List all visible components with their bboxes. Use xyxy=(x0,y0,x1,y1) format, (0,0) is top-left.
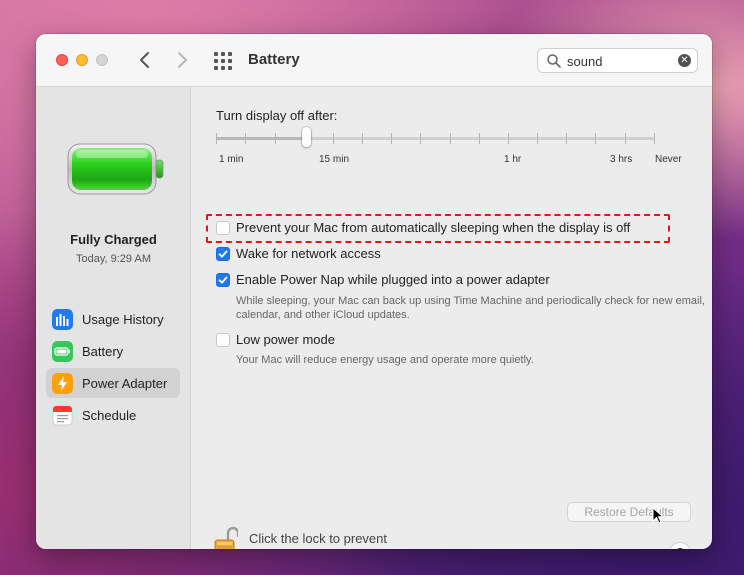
option-description: Your Mac will reduce energy usage and op… xyxy=(236,354,534,366)
search-icon xyxy=(547,54,561,68)
window-title: Battery xyxy=(248,51,300,68)
unlocked-lock-icon[interactable] xyxy=(214,526,238,549)
checkmark-icon xyxy=(218,276,228,284)
slider-tick xyxy=(420,133,421,144)
restore-defaults-button[interactable]: Restore Defaults xyxy=(567,502,691,522)
option-label: Low power mode xyxy=(236,332,335,347)
slider-tick xyxy=(537,133,538,144)
title-bar: Battery sound ✕ xyxy=(36,34,712,87)
prevent-sleep-checkbox[interactable] xyxy=(216,221,230,235)
power-nap-checkbox[interactable] xyxy=(216,273,230,287)
battery-icon xyxy=(52,341,73,362)
chevron-left-icon xyxy=(140,52,149,68)
system-preferences-window: Battery sound ✕ Fully Charged Today, 9:2… xyxy=(36,34,712,549)
sidebar-item-battery[interactable]: Battery xyxy=(46,336,180,366)
power-adapter-icon xyxy=(52,373,73,394)
sidebar-item-power-adapter[interactable]: Power Adapter xyxy=(46,368,180,398)
search-input[interactable]: sound xyxy=(567,54,602,69)
schedule-icon xyxy=(52,405,73,426)
slider-fill xyxy=(216,137,306,140)
battery-large-icon xyxy=(67,143,164,195)
slider-tick xyxy=(508,133,509,144)
search-field[interactable]: sound ✕ xyxy=(537,48,698,73)
display-off-slider[interactable] xyxy=(216,137,654,140)
display-off-slider-thumb[interactable] xyxy=(302,127,311,147)
help-button[interactable]: ? xyxy=(669,542,691,549)
slider-tick xyxy=(654,133,655,144)
slider-tick-label: 1 hr xyxy=(504,154,522,165)
slider-tick xyxy=(595,133,596,144)
sidebar-item-label: Power Adapter xyxy=(82,376,168,391)
mouse-cursor-icon xyxy=(652,507,664,524)
show-all-grid-button[interactable] xyxy=(213,51,235,71)
forward-button[interactable] xyxy=(172,49,192,71)
sidebar-item-schedule[interactable]: Schedule xyxy=(46,400,180,430)
slider-tick xyxy=(245,133,246,144)
sidebar: Fully Charged Today, 9:29 AM Usage Histo… xyxy=(36,87,191,549)
back-button[interactable] xyxy=(135,49,155,71)
slider-tick xyxy=(362,133,363,144)
slider-tick xyxy=(450,133,451,144)
slider-tick xyxy=(391,133,392,144)
chevron-right-icon xyxy=(178,52,187,68)
option-label: Enable Power Nap while plugged into a po… xyxy=(236,272,550,287)
sidebar-item-usage-history[interactable]: Usage History xyxy=(46,304,180,334)
power-adapter-pane: Turn display off after: 1 min 15 min 1 h… xyxy=(192,87,712,549)
slider-tick-label: 3 hrs xyxy=(610,154,633,165)
minimize-button[interactable] xyxy=(76,54,88,66)
display-off-slider-label: Turn display off after: xyxy=(216,108,338,123)
sidebar-item-label: Usage History xyxy=(82,312,164,327)
slider-tick xyxy=(566,133,567,144)
slider-tick xyxy=(275,133,276,144)
checkmark-icon xyxy=(218,250,228,258)
usage-history-icon xyxy=(52,309,73,330)
sidebar-item-label: Battery xyxy=(82,344,124,359)
wake-network-checkbox[interactable] xyxy=(216,247,230,261)
slider-tick-label: Never xyxy=(655,154,682,165)
battery-status-time: Today, 9:29 AM xyxy=(75,253,151,265)
close-button[interactable] xyxy=(56,54,68,66)
option-label: Prevent your Mac from automatically slee… xyxy=(236,220,631,235)
low-power-checkbox[interactable] xyxy=(216,333,230,347)
slider-tick-label: 1 min xyxy=(219,154,244,165)
clear-search-icon[interactable]: ✕ xyxy=(678,54,691,67)
slider-tick xyxy=(625,133,626,144)
slider-tick xyxy=(479,133,480,144)
slider-tick-label: 15 min xyxy=(319,154,350,165)
battery-status-title: Fully Charged xyxy=(70,232,157,247)
sidebar-item-label: Schedule xyxy=(82,408,137,423)
slider-tick xyxy=(216,133,217,144)
option-description: While sleeping, your Mac can back up usi… xyxy=(236,295,705,321)
slider-tick xyxy=(333,133,334,144)
zoom-button[interactable] xyxy=(96,54,108,66)
option-label: Wake for network access xyxy=(236,246,381,261)
lock-text: Click the lock to prevent further change… xyxy=(249,531,388,549)
